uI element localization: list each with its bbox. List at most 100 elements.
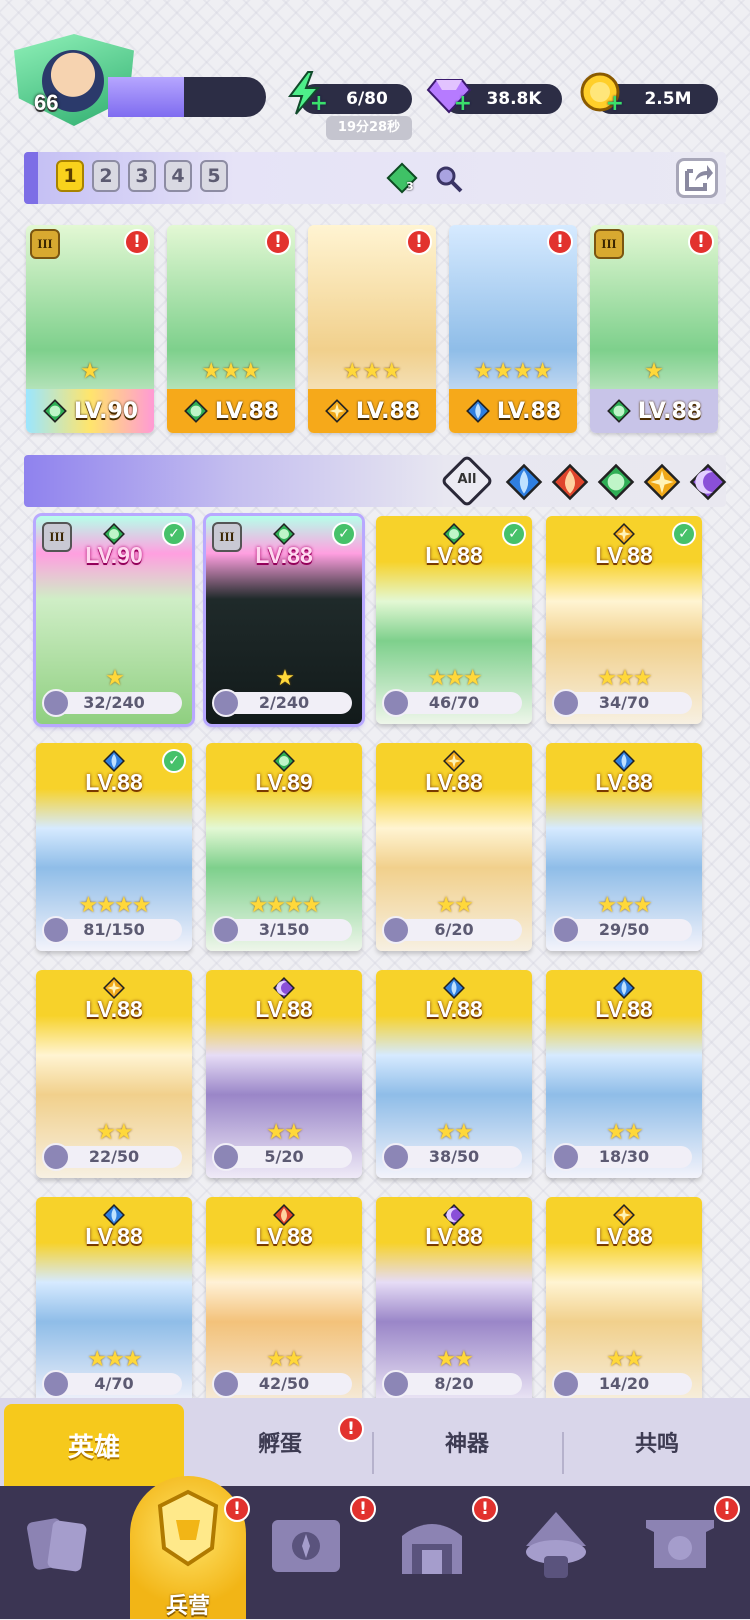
search-button[interactable] bbox=[434, 164, 464, 194]
hero-card[interactable]: LV.88 ★★★ 29/50 bbox=[546, 743, 702, 951]
share-icon bbox=[685, 165, 713, 191]
gem-icon: + bbox=[426, 70, 472, 116]
team-hero-card[interactable]: ! ★★★★ LV.88 bbox=[449, 225, 577, 433]
hero-card[interactable]: LV.88 ★★ 8/20 bbox=[376, 1197, 532, 1405]
gold-plus-icon[interactable]: + bbox=[606, 91, 624, 116]
star-rating: ★★ bbox=[266, 1120, 303, 1145]
hero-card[interactable]: III ✓ LV.90 ★ 32/240 bbox=[36, 516, 192, 724]
gem-plus-icon[interactable]: + bbox=[454, 91, 472, 116]
hero-level-strip: LV.88 bbox=[590, 389, 718, 433]
earth-element-icon bbox=[597, 463, 635, 501]
hero-card[interactable]: ✓ LV.88 ★★★★ 81/150 bbox=[36, 743, 192, 951]
shard-progress-value: 46/70 bbox=[428, 693, 480, 712]
team-hero-card[interactable]: III ! ★ LV.90 bbox=[26, 225, 154, 433]
shop-building-icon bbox=[402, 1524, 462, 1574]
battle-alert-badge: ! bbox=[714, 1496, 740, 1522]
filter-fire-button[interactable] bbox=[550, 462, 590, 502]
hero-card[interactable]: LV.88 ★★ 22/50 bbox=[36, 970, 192, 1178]
tab-heroes[interactable]: 英雄 bbox=[4, 1404, 184, 1486]
hero-level: LV.88 bbox=[255, 996, 313, 1022]
shard-progress-value: 2/240 bbox=[258, 693, 310, 712]
upgrade-alert-badge: ! bbox=[265, 229, 291, 255]
gold-value: 2.5M bbox=[644, 89, 692, 109]
hero-card[interactable]: III ✓ LV.88 ★ 2/240 bbox=[206, 516, 362, 724]
hero-shard-icon bbox=[42, 1370, 70, 1398]
filter-dark-button[interactable] bbox=[688, 462, 728, 502]
team-tab-2[interactable]: 2 bbox=[92, 160, 120, 192]
hero-card[interactable]: LV.89 ★★★★ 3/150 bbox=[206, 743, 362, 951]
upgrade-alert-badge: ! bbox=[406, 229, 432, 255]
filter-earth-button[interactable] bbox=[596, 462, 636, 502]
energy-plus-icon[interactable]: + bbox=[310, 91, 328, 116]
mushroom-hall-icon bbox=[526, 1512, 586, 1578]
shard-progress: 42/50 bbox=[212, 1370, 352, 1398]
hero-level: LV.90 bbox=[85, 542, 143, 568]
hero-shard-icon bbox=[382, 916, 410, 944]
map-alert-badge: ! bbox=[350, 1496, 376, 1522]
energy-timer: 19分28秒 bbox=[326, 116, 412, 140]
filter-light-button[interactable] bbox=[642, 462, 682, 502]
team-hero-card[interactable]: ! ★★★ LV.88 bbox=[308, 225, 436, 433]
nav-cards[interactable] bbox=[18, 1506, 108, 1596]
shard-progress: 4/70 bbox=[42, 1370, 182, 1398]
star-rating: ★★★ bbox=[342, 359, 402, 384]
hero-level: LV.89 bbox=[255, 769, 313, 795]
hero-card[interactable]: LV.88 ★★★ 4/70 bbox=[36, 1197, 192, 1405]
hero-shard-icon bbox=[552, 1370, 580, 1398]
hero-level: LV.88 bbox=[85, 769, 143, 795]
star-rating: ★★ bbox=[266, 1347, 303, 1372]
tab-resonance[interactable]: 共鸣 bbox=[564, 1412, 750, 1472]
gold-coin-icon: + bbox=[578, 70, 624, 116]
hero-shard-icon bbox=[212, 916, 240, 944]
nav-map[interactable] bbox=[266, 1506, 356, 1596]
hero-card[interactable]: LV.88 ★★ 42/50 bbox=[206, 1197, 362, 1405]
shard-progress: 34/70 bbox=[552, 689, 692, 717]
hero-card[interactable]: ✓ LV.88 ★★★ 34/70 bbox=[546, 516, 702, 724]
team-tab-3[interactable]: 3 bbox=[128, 160, 156, 192]
hero-level: LV.88 bbox=[425, 542, 483, 568]
hero-level: LV.88 bbox=[496, 398, 562, 424]
shard-progress-value: 38/50 bbox=[428, 1147, 480, 1166]
hero-card[interactable]: LV.88 ★★ 38/50 bbox=[376, 970, 532, 1178]
hero-card[interactable]: LV.88 ★★ 6/20 bbox=[376, 743, 532, 951]
xp-fill bbox=[108, 77, 184, 117]
shard-progress: 22/50 bbox=[42, 1143, 182, 1171]
tab-artifacts[interactable]: 神器 bbox=[374, 1412, 560, 1472]
team-hero-card[interactable]: ! ★★★ LV.88 bbox=[167, 225, 295, 433]
shard-progress: 46/70 bbox=[382, 689, 522, 717]
shard-progress: 38/50 bbox=[382, 1143, 522, 1171]
shard-progress-value: 3/150 bbox=[258, 920, 310, 939]
hero-shard-icon bbox=[42, 1143, 70, 1171]
shard-progress-value: 32/240 bbox=[83, 693, 145, 712]
shard-progress: 29/50 bbox=[552, 916, 692, 944]
hero-card[interactable]: LV.88 ★★ 18/30 bbox=[546, 970, 702, 1178]
hero-level: LV.88 bbox=[425, 996, 483, 1022]
team-tab-4[interactable]: 4 bbox=[164, 160, 192, 192]
hero-card[interactable]: ✓ LV.88 ★★★ 46/70 bbox=[376, 516, 532, 724]
shop-alert-badge: ! bbox=[472, 1496, 498, 1522]
team-tab-1[interactable]: 1 bbox=[56, 160, 84, 192]
star-rating: ★★★ bbox=[427, 666, 482, 691]
star-rating: ★★ bbox=[436, 1120, 473, 1145]
light-element-icon bbox=[325, 399, 349, 423]
shard-progress-value: 18/30 bbox=[598, 1147, 650, 1166]
share-button[interactable] bbox=[676, 158, 718, 198]
hero-shard-icon bbox=[552, 1143, 580, 1171]
team-tab-5[interactable]: 5 bbox=[200, 160, 228, 192]
light-element-icon bbox=[643, 463, 681, 501]
hatch-alert-badge: ! bbox=[338, 1416, 364, 1442]
water-element-icon bbox=[505, 463, 543, 501]
nav-guild[interactable] bbox=[516, 1506, 606, 1596]
hero-card[interactable]: LV.88 ★★ 5/20 bbox=[206, 970, 362, 1178]
hero-card[interactable]: LV.88 ★★ 14/20 bbox=[546, 1197, 702, 1405]
nav-battle[interactable] bbox=[640, 1506, 730, 1596]
team-hero-card[interactable]: III ! ★ LV.88 bbox=[590, 225, 718, 433]
hero-shard-icon bbox=[382, 689, 410, 717]
nav-shop[interactable] bbox=[392, 1506, 482, 1596]
barracks-icon bbox=[157, 1489, 219, 1567]
filter-water-button[interactable] bbox=[504, 462, 544, 502]
element-gem-count: 3 bbox=[406, 180, 414, 193]
hero-level: LV.88 bbox=[595, 542, 653, 568]
hero-level: LV.88 bbox=[255, 542, 313, 568]
hero-level: LV.88 bbox=[595, 1223, 653, 1249]
